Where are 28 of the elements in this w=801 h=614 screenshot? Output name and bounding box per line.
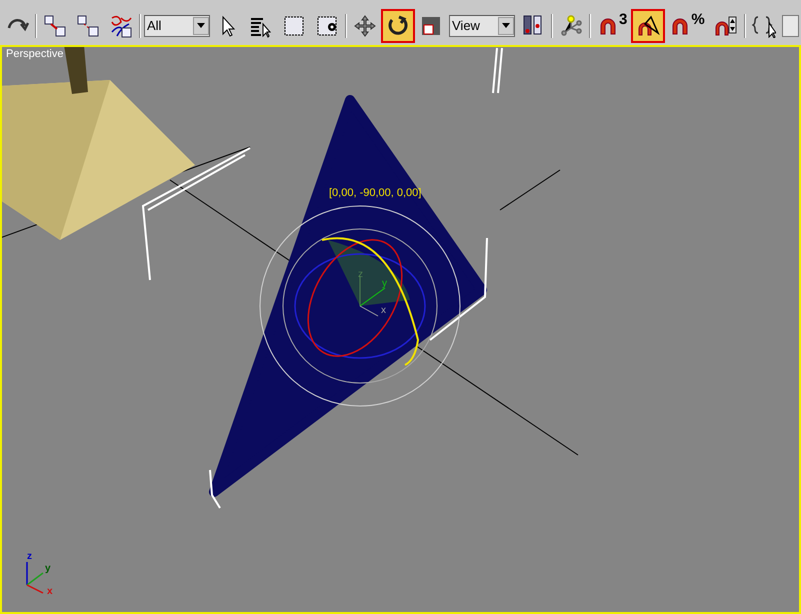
dropdown[interactable]: View: [449, 14, 515, 36]
viewport-label[interactable]: Perspective: [6, 49, 64, 60]
rotate-arrow-icon: [386, 14, 410, 38]
input-field[interactable]: [782, 14, 799, 36]
axis-label: y: [382, 279, 387, 289]
named-selection-icon: [752, 14, 776, 38]
toolbar-button[interactable]: 3: [594, 10, 630, 40]
unlink-icon: [76, 14, 100, 38]
snap-mark: %: [691, 12, 705, 27]
rectangle-selection-icon: [282, 14, 306, 38]
axis-label: z: [27, 552, 32, 562]
axis-label: x: [381, 306, 386, 316]
axis-tripod-drawing: [26, 562, 44, 594]
dropdown[interactable]: All: [144, 14, 210, 36]
crossing-selection-icon: [315, 14, 339, 38]
spacewarp-bind-icon: [109, 14, 133, 38]
toolbar-button[interactable]: [383, 10, 413, 40]
pivot-node-icon: [559, 14, 583, 38]
toolbar-button[interactable]: %: [666, 10, 708, 40]
snap-mark: 3: [619, 12, 628, 27]
toolbar-button[interactable]: [633, 10, 664, 40]
spinner-magnet-icon: [714, 14, 738, 38]
rotation-readout: [0,00, -90,00, 0,00]: [329, 188, 422, 199]
axis-label: x: [47, 587, 53, 597]
angle-magnet-icon: [636, 14, 660, 38]
move-arrows-icon: [353, 14, 377, 38]
axis-label: y: [45, 564, 51, 574]
link-icon: [43, 14, 67, 38]
